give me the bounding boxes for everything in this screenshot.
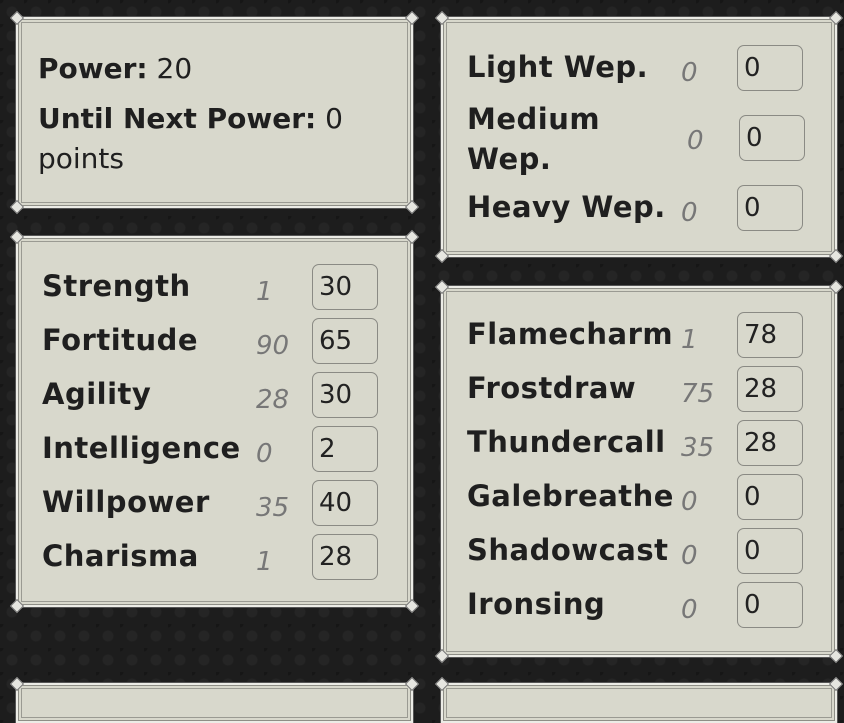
- panel-corner-ornament: [434, 10, 450, 26]
- panel-corner-ornament: [404, 598, 420, 614]
- magic-level: 0: [681, 487, 698, 517]
- next-power-line: Until Next Power: 0: [38, 99, 343, 139]
- stat-row-intelligence: Intelligence 0: [18, 426, 411, 474]
- weapon-level: 0: [681, 198, 698, 228]
- panel-corner-ornament: [828, 676, 844, 692]
- bottom-left-panel: [9, 676, 420, 723]
- panel-corner-ornament: [828, 279, 844, 295]
- weapon-name: Heavy Wep.: [467, 190, 666, 224]
- panel-corner-ornament: [404, 199, 420, 215]
- panel-corner-ornament: [434, 676, 450, 692]
- magic-row-ironsing: Ironsing 0: [443, 582, 835, 630]
- stat-value-input[interactable]: [312, 264, 378, 310]
- weapon-name-line1: Medium: [467, 102, 601, 136]
- stats-panel: Strength 1 Fortitude 90 Agility 28 Intel…: [9, 229, 420, 614]
- magic-row-frostdraw: Frostdraw 75: [443, 366, 835, 414]
- stat-value-input[interactable]: [312, 480, 378, 526]
- panel-corner-ornament: [404, 229, 420, 245]
- stat-name: Willpower: [42, 485, 210, 519]
- panel-corner-ornament: [828, 10, 844, 26]
- next-power-value: 0: [325, 102, 343, 135]
- magic-value-input[interactable]: [737, 312, 803, 358]
- magic-level: 0: [681, 541, 698, 571]
- magic-value-input[interactable]: [737, 528, 803, 574]
- stat-level: 0: [256, 439, 273, 469]
- weapon-value-input[interactable]: [737, 45, 803, 91]
- panel-corner-ornament: [828, 648, 844, 664]
- stat-name: Charisma: [42, 539, 199, 573]
- next-power-label: Until Next Power:: [38, 102, 317, 135]
- stat-row-willpower: Willpower 35: [18, 480, 411, 528]
- magic-level: 35: [681, 433, 715, 463]
- magic-value-input[interactable]: [737, 474, 803, 520]
- magic-name: Thundercall: [467, 425, 666, 459]
- magic-row-shadowcast: Shadowcast 0: [443, 528, 835, 576]
- weapon-row-light: Light Wep. 0: [443, 45, 835, 93]
- magic-level: 1: [681, 325, 698, 355]
- stat-name: Strength: [42, 269, 191, 303]
- magic-name: Galebreathe: [467, 479, 674, 513]
- next-power-unit: points: [38, 142, 124, 175]
- magic-value-input[interactable]: [737, 582, 803, 628]
- magic-row-galebreathe: Galebreathe 0: [443, 474, 835, 522]
- magic-level: 0: [681, 595, 698, 625]
- stat-level: 1: [256, 277, 273, 307]
- magic-value-input[interactable]: [737, 420, 803, 466]
- panel-corner-ornament: [9, 229, 25, 245]
- weapon-value-input[interactable]: [737, 185, 803, 231]
- panel-corner-ornament: [9, 10, 25, 26]
- magic-value-input[interactable]: [737, 366, 803, 412]
- panel-corner-ornament: [9, 598, 25, 614]
- power-value: 20: [156, 52, 193, 85]
- weapon-level: 0: [687, 126, 704, 156]
- stat-row-charisma: Charisma 1: [18, 534, 411, 582]
- stat-value-input[interactable]: [312, 318, 378, 364]
- stat-name: Intelligence: [42, 431, 241, 465]
- magic-name: Shadowcast: [467, 533, 669, 567]
- weapons-panel: Light Wep. 0 Medium Wep. 0 Heavy Wep. 0: [434, 10, 844, 264]
- magic-name: Ironsing: [467, 587, 606, 621]
- stat-name: Agility: [42, 377, 152, 411]
- stat-level: 28: [256, 385, 290, 415]
- stat-value-input[interactable]: [312, 426, 378, 472]
- panel-corner-ornament: [434, 648, 450, 664]
- weapon-level: 0: [681, 58, 698, 88]
- weapon-name-line2: Wep.: [467, 142, 552, 176]
- panel-corner-ornament: [434, 279, 450, 295]
- stat-level: 90: [256, 331, 290, 361]
- magic-name: Flamecharm: [467, 317, 674, 351]
- magic-row-flamecharm: Flamecharm 1: [443, 312, 835, 360]
- stat-level: 35: [256, 493, 290, 523]
- power-panel: Power: 20 Until Next Power: 0 points: [9, 10, 420, 215]
- panel-corner-ornament: [828, 248, 844, 264]
- stat-row-agility: Agility 28: [18, 372, 411, 420]
- stat-row-strength: Strength 1: [18, 264, 411, 312]
- magic-panel: Flamecharm 1 Frostdraw 75 Thundercall 35…: [434, 279, 844, 664]
- panel-corner-ornament: [434, 248, 450, 264]
- power-label: Power:: [38, 52, 148, 85]
- stat-value-input[interactable]: [312, 534, 378, 580]
- magic-name: Frostdraw: [467, 371, 637, 405]
- panel-corner-ornament: [9, 676, 25, 692]
- weapon-row-heavy: Heavy Wep. 0: [443, 185, 835, 233]
- power-line: Power: 20: [38, 49, 192, 89]
- bottom-right-panel: [434, 676, 844, 723]
- panel-corner-ornament: [9, 199, 25, 215]
- stat-row-fortitude: Fortitude 90: [18, 318, 411, 366]
- panel-corner-ornament: [404, 10, 420, 26]
- stat-level: 1: [256, 547, 273, 577]
- weapon-value-input[interactable]: [739, 115, 805, 161]
- magic-row-thundercall: Thundercall 35: [443, 420, 835, 468]
- stat-value-input[interactable]: [312, 372, 378, 418]
- weapon-row-medium: Medium Wep. 0: [443, 99, 835, 179]
- panel-corner-ornament: [404, 676, 420, 692]
- stat-name: Fortitude: [42, 323, 199, 357]
- weapon-name: Light Wep.: [467, 50, 649, 84]
- magic-level: 75: [681, 379, 715, 409]
